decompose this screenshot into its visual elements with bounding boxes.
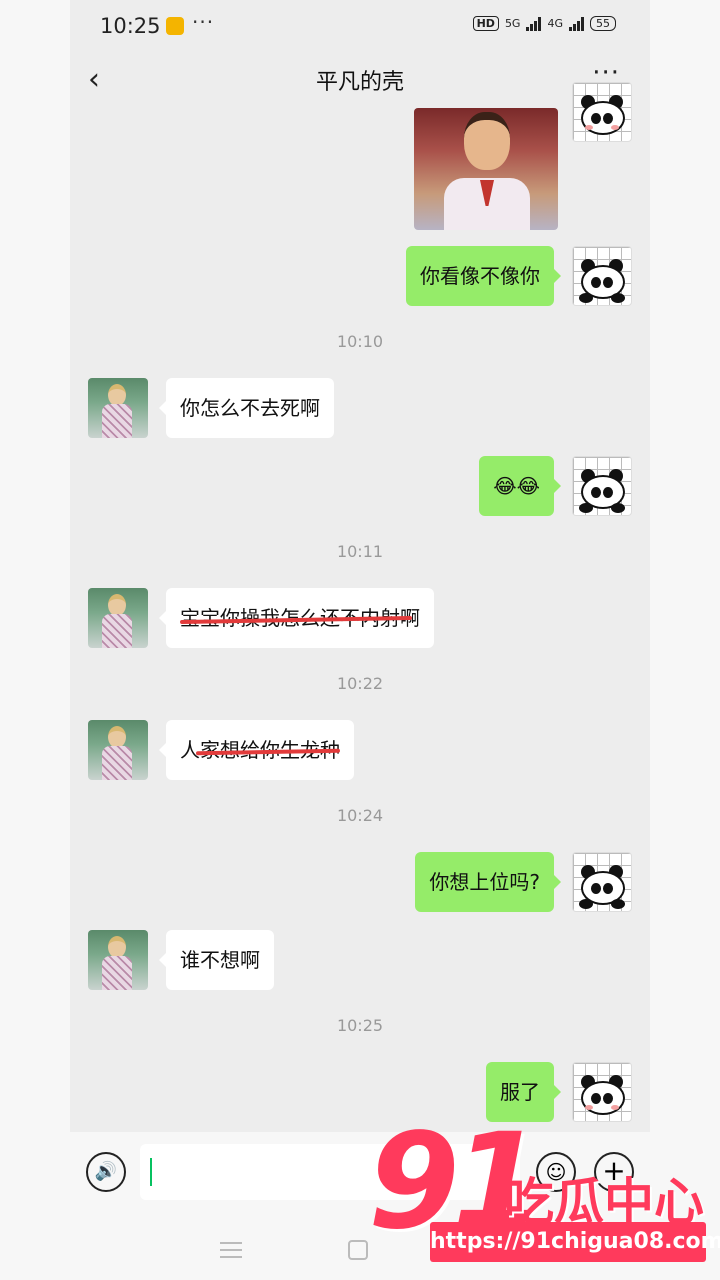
my-avatar[interactable] [572,82,632,142]
right-margin [650,0,720,1280]
panda-paw [579,293,593,303]
panda-cheek [585,1105,593,1110]
panda-paw [579,899,593,909]
panda-eye [603,883,613,894]
panda-cheek [585,125,593,130]
chat-header: ‹ 平凡的壳 ··· [70,52,650,108]
timestamp: 10:25 [336,1016,384,1035]
more-notifications-icon: ··· [192,10,215,34]
message-bubble-outgoing[interactable]: 你想上位吗? [415,852,561,912]
my-avatar[interactable] [572,456,632,516]
panda-eye [591,277,601,288]
avatar-body [102,614,132,648]
avatar-body [102,746,132,780]
message-bubble-outgoing[interactable]: 😂😂 [479,456,561,516]
notification-app-icon [166,17,184,35]
panda-eye [591,883,601,894]
text-caret [150,1158,152,1186]
menu-icon[interactable] [220,1242,242,1258]
my-avatar[interactable] [572,246,632,306]
message-bubble-incoming[interactable]: 宝宝你操我怎么还不内射啊 [159,588,434,648]
home-icon[interactable] [348,1240,368,1260]
panda-eye [591,113,601,124]
avatar-body [102,404,132,438]
my-avatar[interactable] [572,852,632,912]
status-indicators: HD 5G 4G 55 [472,16,616,31]
panda-paw [611,899,625,909]
panda-eye [603,1093,613,1104]
panda-cheek [611,1105,619,1110]
panda-cheek [611,125,619,130]
signal-bars-icon [526,16,542,31]
avatar-head [108,726,126,748]
sent-image[interactable] [414,108,558,230]
left-margin [0,0,70,1280]
contact-avatar[interactable] [88,588,148,648]
panda-eye [603,113,613,124]
battery-icon: 55 [590,16,616,31]
message-bubble-incoming[interactable]: 人家想给你生龙种 [159,720,354,780]
panda-eye [603,277,613,288]
network-5g-label: 5G [504,17,521,30]
avatar-body [102,956,132,990]
panda-eye [591,1093,601,1104]
voice-input-icon[interactable]: 🔊 [86,1152,126,1192]
panda-paw [579,503,593,513]
photo-person [464,112,510,170]
contact-avatar[interactable] [88,930,148,990]
avatar-head [108,384,126,406]
hd-voice-icon: HD [472,16,499,31]
status-bar: 10:25 ··· HD 5G 4G 55 [70,0,650,52]
wechat-chat-screen: 10:25 ··· HD 5G 4G 55 ‹ 平凡的壳 ··· 你看像不像你 [70,0,650,1280]
panda-paw [611,293,625,303]
panda-eye [591,487,601,498]
signal-bars-icon [569,16,584,31]
timestamp: 10:24 [336,806,384,825]
page-title: 平凡的壳 [315,70,404,95]
my-avatar[interactable] [572,1062,632,1122]
avatar-head [108,594,126,616]
avatar-head [108,936,126,958]
contact-avatar[interactable] [88,378,148,438]
panda-paw [611,503,625,513]
message-bubble-outgoing[interactable]: 你看像不像你 [406,246,561,306]
status-time: 10:25 [100,14,161,38]
panda-eye [603,487,613,498]
watermark-url: https://91chigua08.com [430,1222,720,1262]
timestamp: 10:10 [336,332,384,351]
message-bubble-incoming[interactable]: 你怎么不去死啊 [159,378,334,438]
network-4g-label: 4G [547,17,563,30]
timestamp: 10:22 [336,674,384,693]
timestamp: 10:11 [336,542,384,561]
contact-avatar[interactable] [88,720,148,780]
message-bubble-incoming[interactable]: 谁不想啊 [159,930,274,990]
